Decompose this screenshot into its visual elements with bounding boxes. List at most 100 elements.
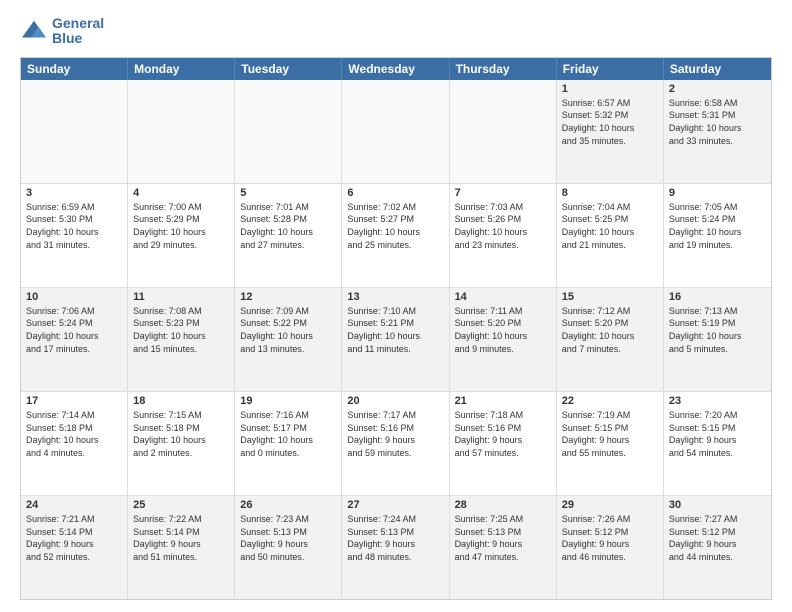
day-content: Sunrise: 7:06 AM Sunset: 5:24 PM Dayligh… — [26, 305, 122, 355]
day-content: Sunrise: 7:25 AM Sunset: 5:13 PM Dayligh… — [455, 513, 551, 563]
calendar-row-1: 1 Sunrise: 6:57 AM Sunset: 5:32 PM Daylig… — [21, 80, 771, 184]
day-cell-5: 5 Sunrise: 7:01 AM Sunset: 5:28 PM Daylig… — [235, 184, 342, 287]
day-content: Sunrise: 7:00 AM Sunset: 5:29 PM Dayligh… — [133, 201, 229, 251]
day-content: Sunrise: 6:57 AM Sunset: 5:32 PM Dayligh… — [562, 97, 658, 147]
day-content: Sunrise: 7:24 AM Sunset: 5:13 PM Dayligh… — [347, 513, 443, 563]
day-content: Sunrise: 7:02 AM Sunset: 5:27 PM Dayligh… — [347, 201, 443, 251]
day-content: Sunrise: 7:08 AM Sunset: 5:23 PM Dayligh… — [133, 305, 229, 355]
empty-cell — [21, 80, 128, 183]
logo-icon — [20, 19, 48, 43]
header-day-sunday: Sunday — [21, 58, 128, 80]
day-number: 22 — [562, 395, 658, 407]
day-content: Sunrise: 7:22 AM Sunset: 5:14 PM Dayligh… — [133, 513, 229, 563]
day-cell-28: 28 Sunrise: 7:25 AM Sunset: 5:13 PM Dayli… — [450, 496, 557, 599]
day-number: 20 — [347, 395, 443, 407]
day-number: 28 — [455, 499, 551, 511]
calendar-row-2: 3 Sunrise: 6:59 AM Sunset: 5:30 PM Daylig… — [21, 184, 771, 288]
calendar-body: 1 Sunrise: 6:57 AM Sunset: 5:32 PM Daylig… — [21, 80, 771, 599]
header-day-wednesday: Wednesday — [342, 58, 449, 80]
calendar: SundayMondayTuesdayWednesdayThursdayFrid… — [20, 57, 772, 600]
day-cell-15: 15 Sunrise: 7:12 AM Sunset: 5:20 PM Dayli… — [557, 288, 664, 391]
day-number: 17 — [26, 395, 122, 407]
day-cell-27: 27 Sunrise: 7:24 AM Sunset: 5:13 PM Dayli… — [342, 496, 449, 599]
empty-cell — [235, 80, 342, 183]
empty-cell — [342, 80, 449, 183]
day-content: Sunrise: 7:16 AM Sunset: 5:17 PM Dayligh… — [240, 409, 336, 459]
day-number: 24 — [26, 499, 122, 511]
day-number: 13 — [347, 291, 443, 303]
logo: General Blue — [20, 16, 104, 47]
day-cell-18: 18 Sunrise: 7:15 AM Sunset: 5:18 PM Dayli… — [128, 392, 235, 495]
day-cell-20: 20 Sunrise: 7:17 AM Sunset: 5:16 PM Dayli… — [342, 392, 449, 495]
day-content: Sunrise: 7:26 AM Sunset: 5:12 PM Dayligh… — [562, 513, 658, 563]
day-number: 16 — [669, 291, 766, 303]
day-content: Sunrise: 7:15 AM Sunset: 5:18 PM Dayligh… — [133, 409, 229, 459]
day-number: 12 — [240, 291, 336, 303]
day-content: Sunrise: 7:03 AM Sunset: 5:26 PM Dayligh… — [455, 201, 551, 251]
day-cell-16: 16Sunrise: 7:13 AM Sunset: 5:19 PM Dayli… — [664, 288, 771, 391]
day-number: 8 — [562, 187, 658, 199]
day-number: 25 — [133, 499, 229, 511]
day-cell-24: 24Sunrise: 7:21 AM Sunset: 5:14 PM Dayli… — [21, 496, 128, 599]
day-cell-21: 21Sunrise: 7:18 AM Sunset: 5:16 PM Dayli… — [450, 392, 557, 495]
day-content: Sunrise: 7:10 AM Sunset: 5:21 PM Dayligh… — [347, 305, 443, 355]
day-content: Sunrise: 7:04 AM Sunset: 5:25 PM Dayligh… — [562, 201, 658, 251]
header: General Blue — [20, 16, 772, 47]
day-content: Sunrise: 7:01 AM Sunset: 5:28 PM Dayligh… — [240, 201, 336, 251]
day-cell-26: 26 Sunrise: 7:23 AM Sunset: 5:13 PM Dayli… — [235, 496, 342, 599]
day-content: Sunrise: 7:11 AM Sunset: 5:20 PM Dayligh… — [455, 305, 551, 355]
day-number: 4 — [133, 187, 229, 199]
day-content: Sunrise: 6:58 AM Sunset: 5:31 PM Dayligh… — [669, 97, 766, 147]
calendar-row-5: 24Sunrise: 7:21 AM Sunset: 5:14 PM Dayli… — [21, 496, 771, 599]
logo-text: General Blue — [52, 16, 104, 47]
day-number: 30 — [669, 499, 766, 511]
day-content: Sunrise: 7:20 AM Sunset: 5:15 PM Dayligh… — [669, 409, 766, 459]
day-cell-2: 2 Sunrise: 6:58 AM Sunset: 5:31 PM Daylig… — [664, 80, 771, 183]
day-cell-22: 22 Sunrise: 7:19 AM Sunset: 5:15 PM Dayli… — [557, 392, 664, 495]
day-cell-6: 6 Sunrise: 7:02 AM Sunset: 5:27 PM Daylig… — [342, 184, 449, 287]
day-cell-8: 8 Sunrise: 7:04 AM Sunset: 5:25 PM Daylig… — [557, 184, 664, 287]
day-number: 5 — [240, 187, 336, 199]
day-number: 26 — [240, 499, 336, 511]
day-cell-11: 11 Sunrise: 7:08 AM Sunset: 5:23 PM Dayli… — [128, 288, 235, 391]
day-cell-13: 13 Sunrise: 7:10 AM Sunset: 5:21 PM Dayli… — [342, 288, 449, 391]
day-number: 10 — [26, 291, 122, 303]
day-number: 11 — [133, 291, 229, 303]
day-number: 21 — [455, 395, 551, 407]
day-cell-23: 23 Sunrise: 7:20 AM Sunset: 5:15 PM Dayli… — [664, 392, 771, 495]
day-cell-4: 4 Sunrise: 7:00 AM Sunset: 5:29 PM Daylig… — [128, 184, 235, 287]
day-number: 29 — [562, 499, 658, 511]
day-number: 18 — [133, 395, 229, 407]
day-cell-3: 3 Sunrise: 6:59 AM Sunset: 5:30 PM Daylig… — [21, 184, 128, 287]
day-number: 23 — [669, 395, 766, 407]
day-number: 6 — [347, 187, 443, 199]
day-content: Sunrise: 7:27 AM Sunset: 5:12 PM Dayligh… — [669, 513, 766, 563]
day-number: 9 — [669, 187, 766, 199]
empty-cell — [128, 80, 235, 183]
day-content: Sunrise: 7:14 AM Sunset: 5:18 PM Dayligh… — [26, 409, 122, 459]
day-cell-12: 12 Sunrise: 7:09 AM Sunset: 5:22 PM Dayli… — [235, 288, 342, 391]
calendar-row-3: 10 Sunrise: 7:06 AM Sunset: 5:24 PM Dayli… — [21, 288, 771, 392]
day-content: Sunrise: 6:59 AM Sunset: 5:30 PM Dayligh… — [26, 201, 122, 251]
day-number: 19 — [240, 395, 336, 407]
day-content: Sunrise: 7:23 AM Sunset: 5:13 PM Dayligh… — [240, 513, 336, 563]
day-cell-7: 7Sunrise: 7:03 AM Sunset: 5:26 PM Daylig… — [450, 184, 557, 287]
calendar-header: SundayMondayTuesdayWednesdayThursdayFrid… — [21, 58, 771, 80]
day-content: Sunrise: 7:09 AM Sunset: 5:22 PM Dayligh… — [240, 305, 336, 355]
day-number: 27 — [347, 499, 443, 511]
header-day-tuesday: Tuesday — [235, 58, 342, 80]
day-content: Sunrise: 7:17 AM Sunset: 5:16 PM Dayligh… — [347, 409, 443, 459]
header-day-friday: Friday — [557, 58, 664, 80]
day-content: Sunrise: 7:19 AM Sunset: 5:15 PM Dayligh… — [562, 409, 658, 459]
day-cell-19: 19 Sunrise: 7:16 AM Sunset: 5:17 PM Dayli… — [235, 392, 342, 495]
day-content: Sunrise: 7:12 AM Sunset: 5:20 PM Dayligh… — [562, 305, 658, 355]
day-cell-17: 17 Sunrise: 7:14 AM Sunset: 5:18 PM Dayli… — [21, 392, 128, 495]
page: General Blue SundayMondayTuesdayWednesda… — [0, 0, 792, 612]
day-cell-9: 9Sunrise: 7:05 AM Sunset: 5:24 PM Daylig… — [664, 184, 771, 287]
day-number: 3 — [26, 187, 122, 199]
day-number: 1 — [562, 83, 658, 95]
header-day-monday: Monday — [128, 58, 235, 80]
day-cell-30: 30 Sunrise: 7:27 AM Sunset: 5:12 PM Dayli… — [664, 496, 771, 599]
day-number: 2 — [669, 83, 766, 95]
day-number: 15 — [562, 291, 658, 303]
